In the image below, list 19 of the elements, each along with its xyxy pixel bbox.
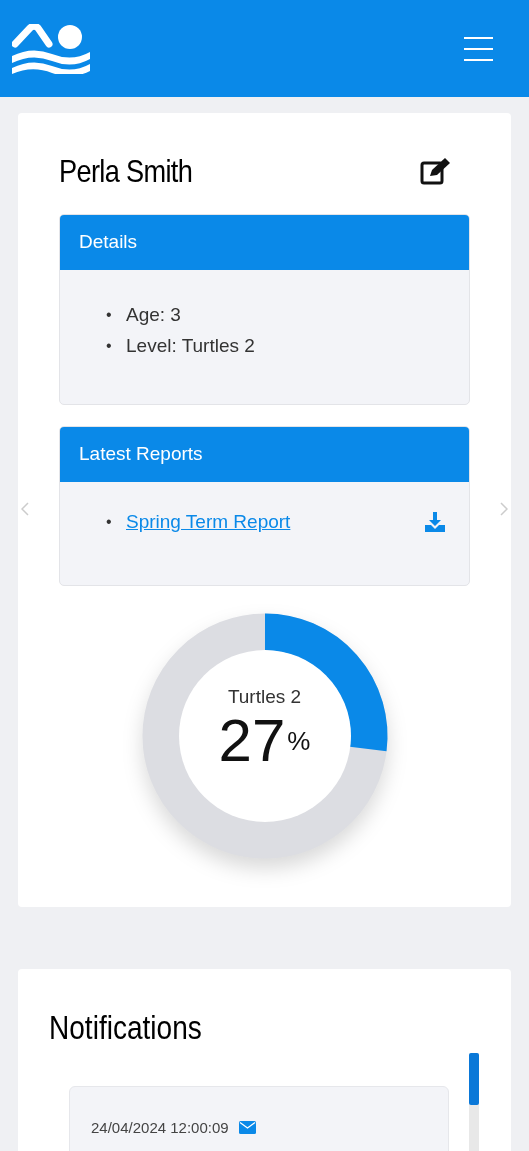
reports-header: Latest Reports [60, 427, 469, 482]
detail-item: Age: 3 [126, 303, 181, 327]
notifications-title: Notifications [49, 1008, 203, 1048]
menu-icon[interactable] [464, 36, 493, 61]
bullet: • [106, 305, 113, 325]
profile-name: Perla Smith [59, 152, 193, 191]
bullet: • [106, 336, 113, 356]
percent-sign: % [287, 725, 311, 759]
progress-value: 27 [218, 711, 286, 772]
download-icon[interactable] [425, 512, 445, 533]
envelope-icon [238, 1121, 256, 1135]
details-header: Details [60, 215, 469, 270]
level-label: Turtles 2 [227, 684, 302, 709]
notification-time: 24/04/2024 12:00:09 [91, 1117, 229, 1138]
edit-icon[interactable] [420, 157, 452, 185]
swimmer-logo-icon[interactable] [12, 23, 92, 74]
report-link[interactable]: Spring Term Report [126, 508, 291, 537]
bullet: • [106, 512, 113, 533]
detail-item: Level: Turtles 2 [126, 334, 255, 358]
